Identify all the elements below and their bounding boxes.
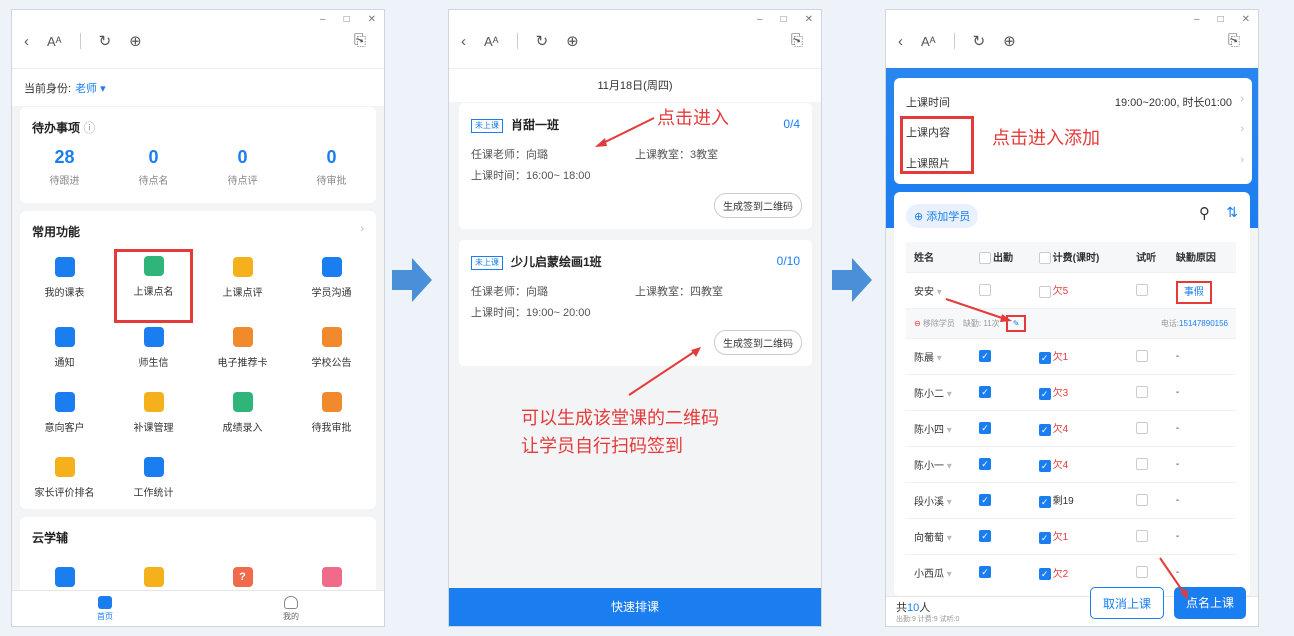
flow-arrow-icon [392,258,432,302]
function-icon [321,392,342,412]
role-selector[interactable]: 老师 ▾ [75,80,106,96]
question-icon[interactable]: ? [232,567,253,587]
toolbar: ‹ Aᴬ ↻ ⊕ ⎘ [24,32,366,50]
function-item[interactable]: 学校公告 [287,323,376,388]
font-size-icon[interactable]: Aᴬ [47,34,62,49]
todo-stat[interactable]: 28 待跟进 [20,147,109,187]
flow-arrow-icon [832,258,872,302]
cloud-card: 云学辅 ? [20,517,376,597]
function-icon [143,392,164,412]
maximize-icon[interactable]: □ [344,14,350,25]
role-value: 老师 [75,82,98,95]
function-icon [143,327,164,347]
quick-schedule-button[interactable]: 快速排课 [449,588,821,626]
stat-label: 待点名 [138,176,169,187]
globe-icon[interactable]: ⊕ [129,32,142,50]
function-label: 师生信 [138,358,169,369]
common-title: 常用功能 [32,225,81,239]
function-label: 家长评价排名 [34,488,95,499]
chevron-right-icon[interactable]: › [360,223,364,235]
stat-label: 待审批 [316,176,347,187]
settings-icon[interactable]: ⎘ [354,32,366,49]
function-label: 成绩录入 [222,423,263,434]
function-item[interactable]: 待我审批 [287,388,376,453]
calendar-icon[interactable] [143,567,164,587]
function-label: 上课点评 [222,288,263,299]
todo-stat[interactable]: 0 待审批 [287,147,376,187]
function-item[interactable]: 工作统计 [109,453,198,518]
nav-mine[interactable]: 我的 [198,591,384,626]
function-icon [232,392,253,412]
function-item[interactable]: 家长评价排名 [20,453,109,518]
annotation-arrows [595,117,701,396]
common-card: 常用功能 › 我的课表 上课点名 上课点评 学员沟通通知 师生信 电子推荐卡 学校公告意向客… [20,211,376,509]
function-icon [54,327,75,347]
function-item[interactable]: 成绩录入 [198,388,287,453]
edit-icon[interactable] [54,567,75,587]
function-label: 学员沟通 [311,288,352,299]
function-item[interactable]: 电子推荐卡 [198,323,287,388]
cloud-title: 云学辅 [32,531,69,545]
close-icon[interactable]: ✕ [368,14,376,25]
function-label: 补课管理 [133,423,174,434]
function-label: 意向客户 [44,423,85,434]
function-grid: 我的课表 上课点名 上课点评 学员沟通通知 师生信 电子推荐卡 学校公告意向客户 补课管理 成绩… [20,249,376,518]
divider [79,33,81,49]
function-item[interactable]: 上课点名 [114,249,193,323]
refresh-icon[interactable]: ↻ [99,32,112,50]
todo-stats: 28 待跟进 0 待点名 0 待点评 0 待审批 [20,147,376,187]
function-item[interactable]: 师生信 [109,323,198,388]
todo-card: 待办事项 ⓘ 28 待跟进 0 待点名 0 待点评 0 待审批 [20,107,376,203]
function-icon [143,256,164,276]
user-icon [284,596,298,609]
stat-number: 0 [237,147,248,167]
function-label: 上课点名 [133,287,174,298]
window-home: – □ ✕ ‹ Aᴬ ↻ ⊕ ⎘ 当前身份: 老师 ▾ 待办事项 ⓘ 28 待跟进 0 待点名 0 待点… [11,9,385,627]
function-item[interactable]: 学员沟通 [287,253,376,318]
title-bar: – □ ✕ ‹ Aᴬ ↻ ⊕ ⎘ [12,10,384,68]
function-label: 工作统计 [133,488,174,499]
function-icon [54,457,75,477]
function-icon [321,257,342,277]
function-item[interactable]: 通知 [20,323,109,388]
stat-number: 0 [148,147,159,167]
window-controls: – □ ✕ [320,14,376,25]
stat-number: 28 [54,147,75,167]
function-icon [143,457,164,477]
help-icon[interactable]: ⓘ [83,121,95,135]
annotation-arrows [945,298,1188,600]
function-item[interactable]: 补课管理 [109,388,198,453]
function-icon [321,327,342,347]
nav-home[interactable]: 首页 [12,591,198,626]
function-item[interactable]: 我的课表 [20,253,109,318]
todo-stat[interactable]: 0 待点评 [198,147,287,187]
card-icon[interactable] [321,567,342,587]
todo-stat[interactable]: 0 待点名 [109,147,198,187]
home-icon [98,596,112,609]
function-label: 我的课表 [44,288,85,299]
function-icon [232,257,253,277]
function-item[interactable]: 上课点评 [198,253,287,318]
function-label: 学校公告 [311,358,352,369]
role-label: 当前身份: [24,82,72,95]
function-label: 通知 [54,358,75,369]
stat-label: 待点评 [227,176,258,187]
stat-number: 0 [326,147,337,167]
bottom-nav: 首页 我的 [12,590,384,626]
window-rollcall: – □ ✕ ‹ Aᴬ ↻ ⊕ ⎘ 上课时间 19:00~20:00, 时长01:00 › 上… [885,9,1259,627]
function-label: 电子推荐卡 [217,358,268,369]
minimize-icon[interactable]: – [320,14,326,25]
function-icon [54,257,75,277]
function-item[interactable]: 意向客户 [20,388,109,453]
back-icon[interactable]: ‹ [24,33,29,50]
stat-label: 待跟进 [49,176,80,187]
function-icon [232,327,253,347]
role-bar: 当前身份: 老师 ▾ [12,68,384,106]
todo-title: 待办事项 ⓘ [32,121,96,135]
function-icon [54,392,75,412]
window-schedule: – □ ✕ ‹ Aᴬ ↻ ⊕ ⎘ 11月18日(周四) 未上课 肖甜一班 0/4 任课老师：向璐上… [448,9,822,627]
function-label: 待我审批 [311,423,352,434]
